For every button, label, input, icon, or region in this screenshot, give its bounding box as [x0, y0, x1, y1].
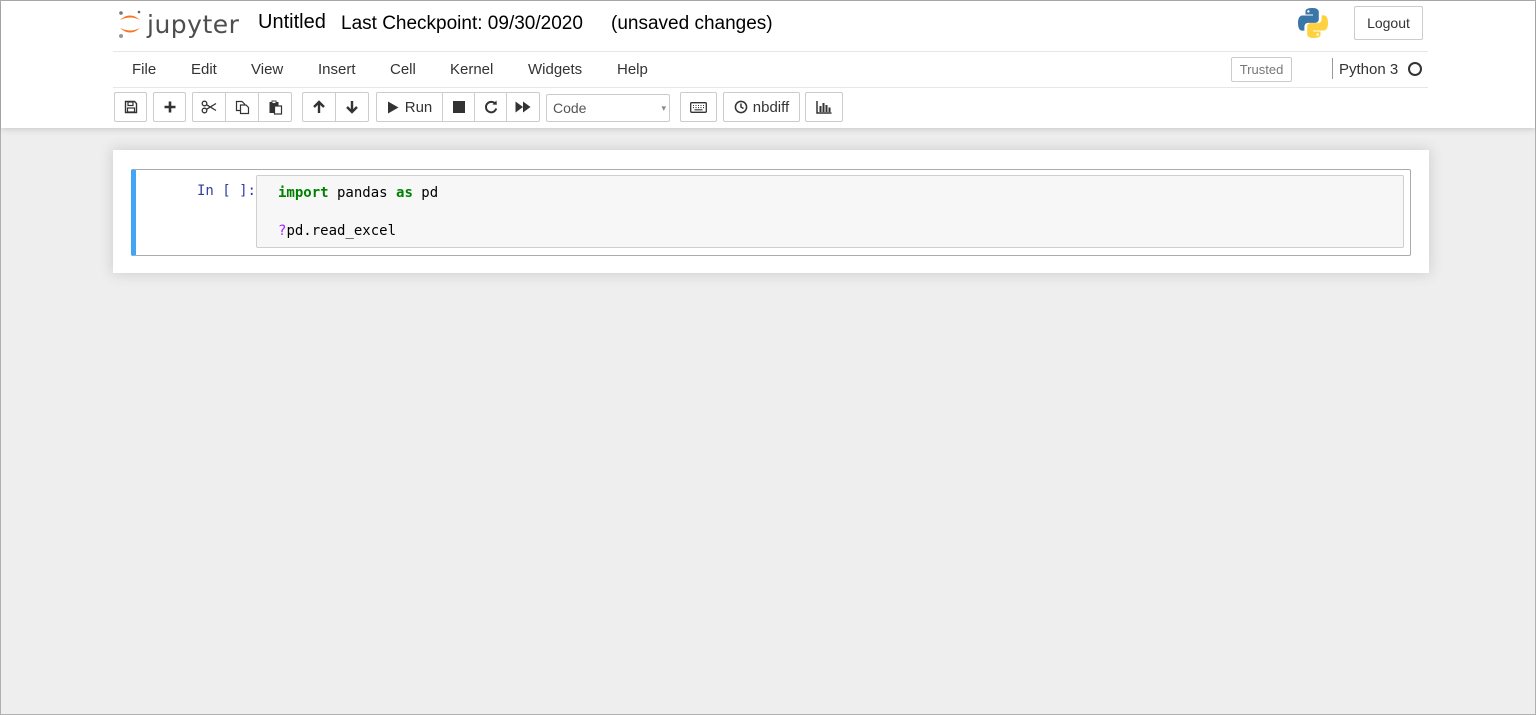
bar-chart-icon [816, 101, 832, 114]
header: jupyter Untitled Last Checkpoint: 09/30/… [1, 1, 1535, 128]
menubar: File Edit View Insert Cell Kernel Widget… [113, 51, 1428, 88]
code-cell-selected[interactable]: In [ ]: import pandas as pd ?pd.read_exc… [131, 169, 1411, 256]
code-text: pandas [328, 185, 397, 201]
insert-cell-button[interactable] [153, 92, 186, 122]
move-group [302, 92, 369, 122]
autosave-status: (unsaved changes) [611, 13, 773, 34]
command-palette-button[interactable] [680, 92, 717, 122]
menu-edit[interactable]: Edit [191, 61, 217, 78]
chart-group [805, 92, 843, 122]
nbdiff-group: nbdiff [723, 92, 800, 122]
nbdiff-button[interactable]: nbdiff [723, 92, 800, 122]
menu-insert[interactable]: Insert [318, 61, 356, 78]
run-button[interactable]: Run [376, 92, 443, 122]
code-text: pd.read_excel [286, 223, 397, 239]
restart-kernel-button[interactable] [474, 92, 507, 122]
restart-run-all-button[interactable] [506, 92, 540, 122]
save-group [114, 92, 147, 122]
clipboard-group [192, 92, 292, 122]
menu-cell[interactable]: Cell [390, 61, 416, 78]
input-prompt: In [ ]: [196, 183, 256, 199]
menu-file[interactable]: File [132, 61, 156, 78]
move-up-button[interactable] [302, 92, 336, 122]
shortcuts-group [680, 92, 717, 122]
toolbar: Run Code ▾ nbdiff [113, 92, 1428, 124]
plus-icon [164, 101, 175, 113]
code-editor[interactable]: import pandas as pd ?pd.read_excel [256, 175, 1404, 248]
code-line-1: import pandas as pd [278, 185, 438, 201]
move-down-button[interactable] [335, 92, 369, 122]
notebook-container: In [ ]: import pandas as pd ?pd.read_exc… [113, 150, 1429, 273]
kernel-idle-icon [1408, 62, 1422, 76]
logout-button[interactable]: Logout [1354, 6, 1423, 40]
cut-button[interactable] [192, 92, 226, 122]
checkpoint-status: Last Checkpoint: 09/30/2020 [341, 13, 583, 34]
paste-button[interactable] [258, 92, 292, 122]
save-button[interactable] [114, 92, 147, 122]
paste-icon [269, 100, 282, 115]
cut-icon [201, 100, 217, 114]
arrow-up-icon [313, 100, 325, 113]
copy-button[interactable] [225, 92, 259, 122]
arrow-down-icon [346, 101, 358, 114]
menu-kernel[interactable]: Kernel [450, 61, 493, 78]
interrupt-kernel-button[interactable] [442, 92, 475, 122]
history-icon [734, 100, 748, 114]
play-icon [387, 101, 399, 113]
chevron-down-icon: ▾ [661, 103, 666, 113]
resource-usage-button[interactable] [805, 92, 843, 122]
nbdiff-label: nbdiff [752, 98, 790, 116]
cell-type-value: Code [553, 100, 587, 116]
kernel-name: Python 3 [1339, 61, 1399, 78]
menu-help[interactable]: Help [617, 61, 648, 78]
trusted-indicator[interactable]: Trusted [1231, 57, 1292, 82]
python-logo-icon [1298, 8, 1328, 38]
code-text: pd [412, 185, 439, 201]
jupyter-logo-icon [119, 10, 141, 38]
save-icon [124, 100, 137, 114]
keyboard-icon [690, 101, 707, 113]
stop-icon [452, 101, 465, 113]
cell-type-select[interactable]: Code ▾ [546, 94, 670, 122]
run-label: Run [404, 98, 433, 116]
menu-view[interactable]: View [251, 61, 283, 78]
jupyter-logo[interactable]: jupyter [117, 7, 239, 41]
keyword-as: as [396, 185, 413, 201]
logo-text: jupyter [147, 9, 240, 39]
run-group: Run [376, 92, 540, 122]
keyword-import: import [278, 185, 329, 201]
code-line-2: ?pd.read_excel [278, 223, 396, 239]
notebook-name[interactable]: Untitled [258, 11, 326, 34]
kernel-separator [1332, 58, 1333, 79]
restart-icon [484, 100, 497, 114]
menu-widgets[interactable]: Widgets [528, 61, 582, 78]
fast-forward-icon [515, 101, 531, 113]
insert-group [153, 92, 186, 122]
copy-icon [235, 100, 249, 114]
